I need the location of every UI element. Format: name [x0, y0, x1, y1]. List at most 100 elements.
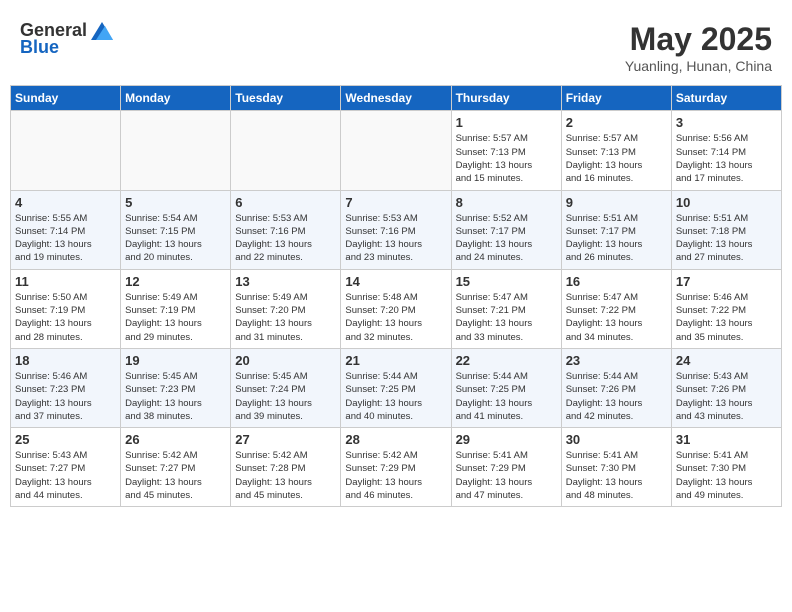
- day-info: Sunrise: 5:41 AM Sunset: 7:30 PM Dayligh…: [676, 449, 777, 502]
- weekday-header-thursday: Thursday: [451, 86, 561, 111]
- calendar-cell: 31 Sunrise: 5:41 AM Sunset: 7:30 PM Dayli…: [671, 428, 781, 507]
- day-number: 11: [15, 274, 116, 289]
- day-number: 7: [345, 195, 446, 210]
- day-number: 1: [456, 115, 557, 130]
- calendar-table: SundayMondayTuesdayWednesdayThursdayFrid…: [10, 85, 782, 507]
- day-info: Sunrise: 5:47 AM Sunset: 7:22 PM Dayligh…: [566, 291, 667, 344]
- calendar-week-1: 1 Sunrise: 5:57 AM Sunset: 7:13 PM Daylig…: [11, 111, 782, 190]
- day-info: Sunrise: 5:51 AM Sunset: 7:18 PM Dayligh…: [676, 212, 777, 265]
- calendar-cell: 21 Sunrise: 5:44 AM Sunset: 7:25 PM Dayli…: [341, 348, 451, 427]
- day-info: Sunrise: 5:48 AM Sunset: 7:20 PM Dayligh…: [345, 291, 446, 344]
- day-info: Sunrise: 5:41 AM Sunset: 7:30 PM Dayligh…: [566, 449, 667, 502]
- weekday-header-wednesday: Wednesday: [341, 86, 451, 111]
- day-info: Sunrise: 5:44 AM Sunset: 7:25 PM Dayligh…: [345, 370, 446, 423]
- day-number: 26: [125, 432, 226, 447]
- calendar-cell: 9 Sunrise: 5:51 AM Sunset: 7:17 PM Daylig…: [561, 190, 671, 269]
- day-number: 30: [566, 432, 667, 447]
- calendar-week-3: 11 Sunrise: 5:50 AM Sunset: 7:19 PM Dayli…: [11, 269, 782, 348]
- calendar-cell: 2 Sunrise: 5:57 AM Sunset: 7:13 PM Daylig…: [561, 111, 671, 190]
- day-info: Sunrise: 5:51 AM Sunset: 7:17 PM Dayligh…: [566, 212, 667, 265]
- day-number: 19: [125, 353, 226, 368]
- day-number: 21: [345, 353, 446, 368]
- calendar-header-row: SundayMondayTuesdayWednesdayThursdayFrid…: [11, 86, 782, 111]
- day-number: 17: [676, 274, 777, 289]
- day-number: 5: [125, 195, 226, 210]
- calendar-cell: 29 Sunrise: 5:41 AM Sunset: 7:29 PM Dayli…: [451, 428, 561, 507]
- day-number: 3: [676, 115, 777, 130]
- calendar-cell: 25 Sunrise: 5:43 AM Sunset: 7:27 PM Dayli…: [11, 428, 121, 507]
- calendar-cell: 20 Sunrise: 5:45 AM Sunset: 7:24 PM Dayli…: [231, 348, 341, 427]
- calendar-cell: 16 Sunrise: 5:47 AM Sunset: 7:22 PM Dayli…: [561, 269, 671, 348]
- day-info: Sunrise: 5:49 AM Sunset: 7:20 PM Dayligh…: [235, 291, 336, 344]
- calendar-cell: 30 Sunrise: 5:41 AM Sunset: 7:30 PM Dayli…: [561, 428, 671, 507]
- calendar-cell: [231, 111, 341, 190]
- calendar-cell: 17 Sunrise: 5:46 AM Sunset: 7:22 PM Dayli…: [671, 269, 781, 348]
- day-info: Sunrise: 5:44 AM Sunset: 7:25 PM Dayligh…: [456, 370, 557, 423]
- day-info: Sunrise: 5:42 AM Sunset: 7:29 PM Dayligh…: [345, 449, 446, 502]
- calendar-cell: 4 Sunrise: 5:55 AM Sunset: 7:14 PM Daylig…: [11, 190, 121, 269]
- calendar-cell: 28Sunrise: 5:42 AM Sunset: 7:29 PM Dayli…: [341, 428, 451, 507]
- logo: General Blue: [20, 20, 113, 58]
- day-info: Sunrise: 5:49 AM Sunset: 7:19 PM Dayligh…: [125, 291, 226, 344]
- calendar-cell: 10 Sunrise: 5:51 AM Sunset: 7:18 PM Dayli…: [671, 190, 781, 269]
- calendar-cell: 26 Sunrise: 5:42 AM Sunset: 7:27 PM Dayli…: [121, 428, 231, 507]
- day-info: Sunrise: 5:43 AM Sunset: 7:26 PM Dayligh…: [676, 370, 777, 423]
- calendar-cell: [121, 111, 231, 190]
- subtitle: Yuanling, Hunan, China: [625, 58, 772, 74]
- calendar-cell: [11, 111, 121, 190]
- day-info: Sunrise: 5:43 AM Sunset: 7:27 PM Dayligh…: [15, 449, 116, 502]
- weekday-header-friday: Friday: [561, 86, 671, 111]
- day-info: Sunrise: 5:47 AM Sunset: 7:21 PM Dayligh…: [456, 291, 557, 344]
- day-number: 22: [456, 353, 557, 368]
- day-info: Sunrise: 5:54 AM Sunset: 7:15 PM Dayligh…: [125, 212, 226, 265]
- day-number: 29: [456, 432, 557, 447]
- day-number: 14: [345, 274, 446, 289]
- day-number: 2: [566, 115, 667, 130]
- calendar-week-4: 18 Sunrise: 5:46 AM Sunset: 7:23 PM Dayli…: [11, 348, 782, 427]
- calendar-cell: 15 Sunrise: 5:47 AM Sunset: 7:21 PM Dayli…: [451, 269, 561, 348]
- calendar-cell: 13 Sunrise: 5:49 AM Sunset: 7:20 PM Dayli…: [231, 269, 341, 348]
- day-number: 25: [15, 432, 116, 447]
- day-number: 8: [456, 195, 557, 210]
- day-info: Sunrise: 5:57 AM Sunset: 7:13 PM Dayligh…: [566, 132, 667, 185]
- calendar-cell: 5 Sunrise: 5:54 AM Sunset: 7:15 PM Daylig…: [121, 190, 231, 269]
- day-info: Sunrise: 5:42 AM Sunset: 7:28 PM Dayligh…: [235, 449, 336, 502]
- day-number: 18: [15, 353, 116, 368]
- calendar-cell: 18 Sunrise: 5:46 AM Sunset: 7:23 PM Dayli…: [11, 348, 121, 427]
- calendar-cell: 22 Sunrise: 5:44 AM Sunset: 7:25 PM Dayli…: [451, 348, 561, 427]
- logo-blue-text: Blue: [20, 37, 59, 57]
- weekday-header-monday: Monday: [121, 86, 231, 111]
- day-number: 31: [676, 432, 777, 447]
- main-title: May 2025: [625, 20, 772, 58]
- weekday-header-saturday: Saturday: [671, 86, 781, 111]
- day-info: Sunrise: 5:45 AM Sunset: 7:23 PM Dayligh…: [125, 370, 226, 423]
- calendar-cell: 12Sunrise: 5:49 AM Sunset: 7:19 PM Dayli…: [121, 269, 231, 348]
- calendar-cell: [341, 111, 451, 190]
- day-info: Sunrise: 5:57 AM Sunset: 7:13 PM Dayligh…: [456, 132, 557, 185]
- day-number: 15: [456, 274, 557, 289]
- day-info: Sunrise: 5:46 AM Sunset: 7:22 PM Dayligh…: [676, 291, 777, 344]
- day-info: Sunrise: 5:53 AM Sunset: 7:16 PM Dayligh…: [235, 212, 336, 265]
- title-block: May 2025 Yuanling, Hunan, China: [625, 20, 772, 74]
- day-number: 9: [566, 195, 667, 210]
- day-number: 10: [676, 195, 777, 210]
- calendar-cell: 23Sunrise: 5:44 AM Sunset: 7:26 PM Dayli…: [561, 348, 671, 427]
- day-info: Sunrise: 5:53 AM Sunset: 7:16 PM Dayligh…: [345, 212, 446, 265]
- weekday-header-sunday: Sunday: [11, 86, 121, 111]
- day-info: Sunrise: 5:41 AM Sunset: 7:29 PM Dayligh…: [456, 449, 557, 502]
- day-info: Sunrise: 5:45 AM Sunset: 7:24 PM Dayligh…: [235, 370, 336, 423]
- day-info: Sunrise: 5:50 AM Sunset: 7:19 PM Dayligh…: [15, 291, 116, 344]
- day-info: Sunrise: 5:56 AM Sunset: 7:14 PM Dayligh…: [676, 132, 777, 185]
- calendar-week-5: 25 Sunrise: 5:43 AM Sunset: 7:27 PM Dayli…: [11, 428, 782, 507]
- calendar-cell: 14 Sunrise: 5:48 AM Sunset: 7:20 PM Dayli…: [341, 269, 451, 348]
- day-number: 20: [235, 353, 336, 368]
- day-number: 4: [15, 195, 116, 210]
- day-number: 13: [235, 274, 336, 289]
- day-number: 23: [566, 353, 667, 368]
- day-info: Sunrise: 5:46 AM Sunset: 7:23 PM Dayligh…: [15, 370, 116, 423]
- day-info: Sunrise: 5:55 AM Sunset: 7:14 PM Dayligh…: [15, 212, 116, 265]
- page-header: General Blue May 2025 Yuanling, Hunan, C…: [10, 10, 782, 79]
- calendar-cell: 19 Sunrise: 5:45 AM Sunset: 7:23 PM Dayli…: [121, 348, 231, 427]
- day-number: 16: [566, 274, 667, 289]
- day-info: Sunrise: 5:42 AM Sunset: 7:27 PM Dayligh…: [125, 449, 226, 502]
